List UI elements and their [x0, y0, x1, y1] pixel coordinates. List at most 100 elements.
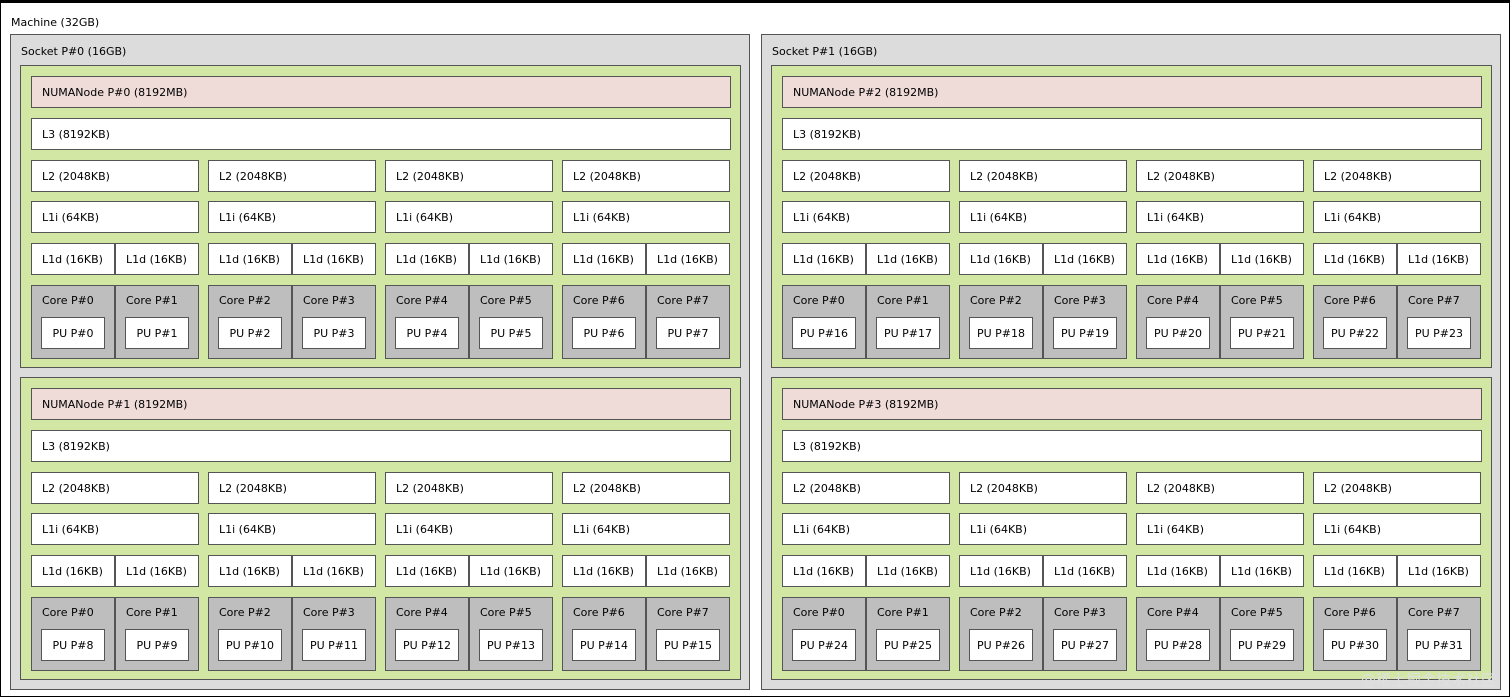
l2-cache: L2 (2048KB) [959, 472, 1127, 504]
pu-box: PU P#21 [1230, 317, 1294, 349]
l3-cache: L3 (8192KB) [31, 118, 731, 150]
pu-box: PU P#17 [876, 317, 940, 349]
l1i-cache: L1i (64KB) [208, 513, 376, 545]
core-label: Core P#2 [219, 294, 271, 307]
core-label: Core P#7 [1408, 294, 1460, 307]
l1i-cache: L1i (64KB) [959, 513, 1127, 545]
l1i-cache: L1i (64KB) [782, 513, 950, 545]
pu-box: PU P#23 [1407, 317, 1471, 349]
l1d-cache: L1d (16KB) [1313, 555, 1397, 587]
pu-box: PU P#24 [792, 629, 856, 661]
core-box: Core P#7 PU P#7 [646, 285, 730, 359]
l1d-cache: L1d (16KB) [646, 243, 730, 275]
pu-box: PU P#26 [969, 629, 1033, 661]
numa-node-0-1: NUMANode P#1 (8192MB) L3 (8192KB) L2 (2048… [20, 377, 741, 680]
socket-label: Socket P#1 (16GB) [772, 45, 878, 58]
l2-cache: L2 (2048KB) [31, 472, 199, 504]
pu-box: PU P#1 [125, 317, 189, 349]
l2-cache: L2 (2048KB) [385, 160, 553, 192]
l1i-cache: L1i (64KB) [208, 201, 376, 233]
l1d-cache: L1d (16KB) [469, 555, 553, 587]
l1d-cache: L1d (16KB) [385, 243, 469, 275]
core-label: Core P#1 [877, 294, 929, 307]
core-label: Core P#5 [1231, 606, 1283, 619]
l1d-cache: L1d (16KB) [1043, 555, 1127, 587]
l2-cache: L2 (2048KB) [208, 472, 376, 504]
pu-box: PU P#11 [302, 629, 366, 661]
l1d-cache: L1d (16KB) [31, 555, 115, 587]
pu-box: PU P#16 [792, 317, 856, 349]
pu-box: PU P#30 [1323, 629, 1387, 661]
l2-cache: L2 (2048KB) [562, 472, 730, 504]
numa-node-label: NUMANode P#1 (8192MB) [31, 388, 731, 420]
l1d-cache: L1d (16KB) [115, 555, 199, 587]
l2-cache: L2 (2048KB) [1313, 160, 1481, 192]
l1i-cache: L1i (64KB) [1313, 513, 1481, 545]
numa-node-1-0: NUMANode P#2 (8192MB) L3 (8192KB) L2 (2048… [771, 65, 1492, 368]
pu-box: PU P#5 [479, 317, 543, 349]
core-box: Core P#5 PU P#13 [469, 597, 553, 671]
pu-box: PU P#8 [41, 629, 105, 661]
pu-box: PU P#29 [1230, 629, 1294, 661]
l3-cache: L3 (8192KB) [782, 118, 1482, 150]
core-label: Core P#0 [42, 606, 94, 619]
l1i-cache: L1i (64KB) [1136, 201, 1304, 233]
pu-box: PU P#28 [1146, 629, 1210, 661]
socket-label: Socket P#0 (16GB) [21, 45, 127, 58]
l2-cache: L2 (2048KB) [782, 160, 950, 192]
socket-0: Socket P#0 (16GB) NUMANode P#0 (8192MB) L3… [10, 34, 750, 690]
l1d-cache: L1d (16KB) [385, 555, 469, 587]
core-box: Core P#4 PU P#12 [385, 597, 469, 671]
l3-cache: L3 (8192KB) [782, 430, 1482, 462]
l2-cache: L2 (2048KB) [959, 160, 1127, 192]
pu-box: PU P#2 [218, 317, 282, 349]
l1d-cache: L1d (16KB) [1136, 555, 1220, 587]
pu-box: PU P#10 [218, 629, 282, 661]
core-box: Core P#0 PU P#24 [782, 597, 866, 671]
pu-box: PU P#4 [395, 317, 459, 349]
pu-box: PU P#20 [1146, 317, 1210, 349]
l1d-cache: L1d (16KB) [1397, 243, 1481, 275]
l1d-cache: L1d (16KB) [1313, 243, 1397, 275]
l1d-cache: L1d (16KB) [1220, 555, 1304, 587]
l1d-cache: L1d (16KB) [562, 243, 646, 275]
l1i-cache: L1i (64KB) [562, 513, 730, 545]
core-box: Core P#5 PU P#29 [1220, 597, 1304, 671]
core-label: Core P#2 [970, 606, 1022, 619]
core-label: Core P#0 [42, 294, 94, 307]
pu-box: PU P#6 [572, 317, 636, 349]
core-box: Core P#6 PU P#14 [562, 597, 646, 671]
numa-node-label: NUMANode P#0 (8192MB) [31, 76, 731, 108]
core-box: Core P#7 PU P#31 [1397, 597, 1481, 671]
l1i-cache: L1i (64KB) [1313, 201, 1481, 233]
core-label: Core P#4 [396, 606, 448, 619]
l1i-cache: L1i (64KB) [385, 513, 553, 545]
pu-box: PU P#7 [656, 317, 720, 349]
core-box: Core P#3 PU P#19 [1043, 285, 1127, 359]
core-label: Core P#6 [573, 606, 625, 619]
core-box: Core P#1 PU P#1 [115, 285, 199, 359]
l1d-cache: L1d (16KB) [646, 555, 730, 587]
l1i-cache: L1i (64KB) [1136, 513, 1304, 545]
numa-node-0-0: NUMANode P#0 (8192MB) L3 (8192KB) L2 (2048… [20, 65, 741, 368]
l1d-cache: L1d (16KB) [959, 555, 1043, 587]
l2-cache: L2 (2048KB) [385, 472, 553, 504]
l1i-cache: L1i (64KB) [959, 201, 1127, 233]
core-label: Core P#3 [303, 294, 355, 307]
core-box: Core P#2 PU P#18 [959, 285, 1043, 359]
core-label: Core P#1 [126, 294, 178, 307]
pu-box: PU P#0 [41, 317, 105, 349]
l2-cache: L2 (2048KB) [782, 472, 950, 504]
core-label: Core P#1 [126, 606, 178, 619]
l2-cache: L2 (2048KB) [31, 160, 199, 192]
core-box: Core P#4 PU P#4 [385, 285, 469, 359]
core-label: Core P#7 [1408, 606, 1460, 619]
core-box: Core P#4 PU P#20 [1136, 285, 1220, 359]
core-box: Core P#3 PU P#3 [292, 285, 376, 359]
core-box: Core P#2 PU P#2 [208, 285, 292, 359]
l1d-cache: L1d (16KB) [208, 243, 292, 275]
core-label: Core P#5 [1231, 294, 1283, 307]
l1d-cache: L1d (16KB) [782, 555, 866, 587]
l2-cache: L2 (2048KB) [1136, 472, 1304, 504]
core-label: Core P#0 [793, 294, 845, 307]
